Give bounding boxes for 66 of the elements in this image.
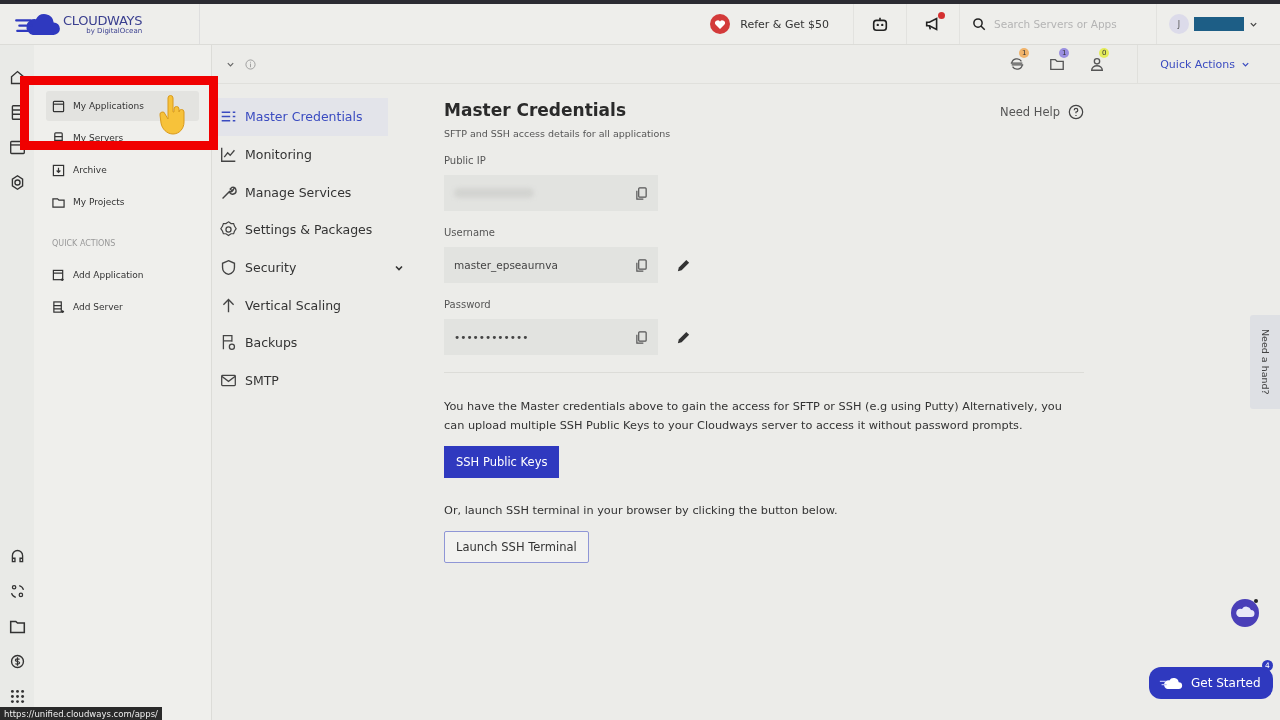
edit-icon[interactable] xyxy=(676,257,691,273)
dollar-icon[interactable] xyxy=(8,653,26,670)
menu-item[interactable]: Settings & Packages xyxy=(212,211,412,249)
arrow-up-icon xyxy=(220,296,237,314)
apps-grid-icon[interactable] xyxy=(8,688,26,705)
user-swap-icon[interactable] xyxy=(8,583,26,600)
credential-field[interactable]: •••••••••••• xyxy=(444,319,658,355)
flyout-item[interactable]: Archive xyxy=(46,155,199,185)
info-paragraph: Or, launch SSH terminal in your browser by clicking the button below. xyxy=(444,504,839,517)
field-label: Public IP xyxy=(444,155,487,166)
credential-field[interactable] xyxy=(444,175,658,211)
edit-icon[interactable] xyxy=(676,329,691,345)
chat-bot-icon[interactable] xyxy=(1230,596,1262,628)
copy-icon[interactable] xyxy=(635,186,648,200)
menu-item[interactable]: Backups xyxy=(212,324,412,362)
redacted-name xyxy=(1194,17,1244,31)
folder-icon xyxy=(52,195,65,209)
copy-icon[interactable] xyxy=(635,258,648,272)
refer-button[interactable]: Refer & Get $50 xyxy=(690,4,854,44)
launch-terminal-button[interactable]: Launch SSH Terminal xyxy=(444,531,589,563)
folder-icon[interactable] xyxy=(1049,56,1066,72)
quick-action-item[interactable]: Add Application xyxy=(46,260,199,290)
menu-item[interactable]: SMTP xyxy=(212,361,412,400)
chart-icon xyxy=(220,146,237,164)
user-icon[interactable] xyxy=(1089,56,1106,72)
add-server-icon xyxy=(52,300,65,314)
quick-actions-dropdown[interactable]: Quick Actions xyxy=(1160,57,1250,71)
pointing-hand-icon xyxy=(158,95,188,135)
refresh-icon[interactable] xyxy=(1009,56,1026,72)
field-label: Username xyxy=(444,227,496,238)
help-side-tab[interactable]: Need a hand? xyxy=(1250,315,1280,409)
menu-item[interactable]: Security xyxy=(212,248,412,287)
search-field[interactable]: Search Servers or Apps xyxy=(994,18,1144,30)
field-label: Password xyxy=(444,299,492,310)
flyout-item[interactable]: My Projects xyxy=(46,187,199,217)
info-paragraph: You have the Master credentials above to gain the access for SFTP or SSH (e.g using Putty) Alternatively, you can upload multiple SSH Public Keys to your Cloudways server to access it without password prompts. xyxy=(444,399,1063,434)
cloud-icon xyxy=(1159,676,1183,690)
robot-icon[interactable] xyxy=(871,15,889,33)
user-avatar[interactable]: J xyxy=(1169,14,1189,34)
window-icon xyxy=(52,99,65,113)
section-heading: QUICK ACTIONS xyxy=(52,239,117,248)
menu-item[interactable]: Monitoring xyxy=(212,135,412,174)
brand-name: CLOUDWAYS xyxy=(63,13,143,27)
get-started-button[interactable]: Get Started xyxy=(1149,667,1273,699)
status-url: https://unified.cloudways.com/apps/ xyxy=(0,707,162,720)
folder-icon[interactable] xyxy=(8,618,26,635)
add-window-icon xyxy=(52,268,65,282)
cloud-logo-icon[interactable] xyxy=(14,11,60,37)
archive-icon xyxy=(52,163,65,177)
credential-field[interactable]: master_epseaurnva xyxy=(444,247,658,283)
home-icon[interactable] xyxy=(8,69,26,86)
page-title: Master Credentials xyxy=(444,100,628,120)
menu-item[interactable]: Vertical Scaling xyxy=(212,286,412,325)
search-icon[interactable] xyxy=(972,16,987,32)
backup-icon xyxy=(220,334,237,352)
settings-icon xyxy=(220,221,237,239)
page-subtitle: SFTP and SSH access details for all applications xyxy=(444,128,671,139)
ssh-keys-button[interactable]: SSH Public Keys xyxy=(444,446,560,478)
window-icon[interactable] xyxy=(8,139,26,156)
need-help-link[interactable]: Need Help xyxy=(1000,104,1084,120)
flyout-item[interactable]: My Applications xyxy=(46,91,199,121)
quick-action-item[interactable]: Add Server xyxy=(46,292,199,322)
copy-icon[interactable] xyxy=(635,330,648,344)
shield-icon xyxy=(220,259,237,277)
menu-item[interactable]: Manage Services xyxy=(212,173,412,212)
help-icon xyxy=(1068,104,1084,120)
